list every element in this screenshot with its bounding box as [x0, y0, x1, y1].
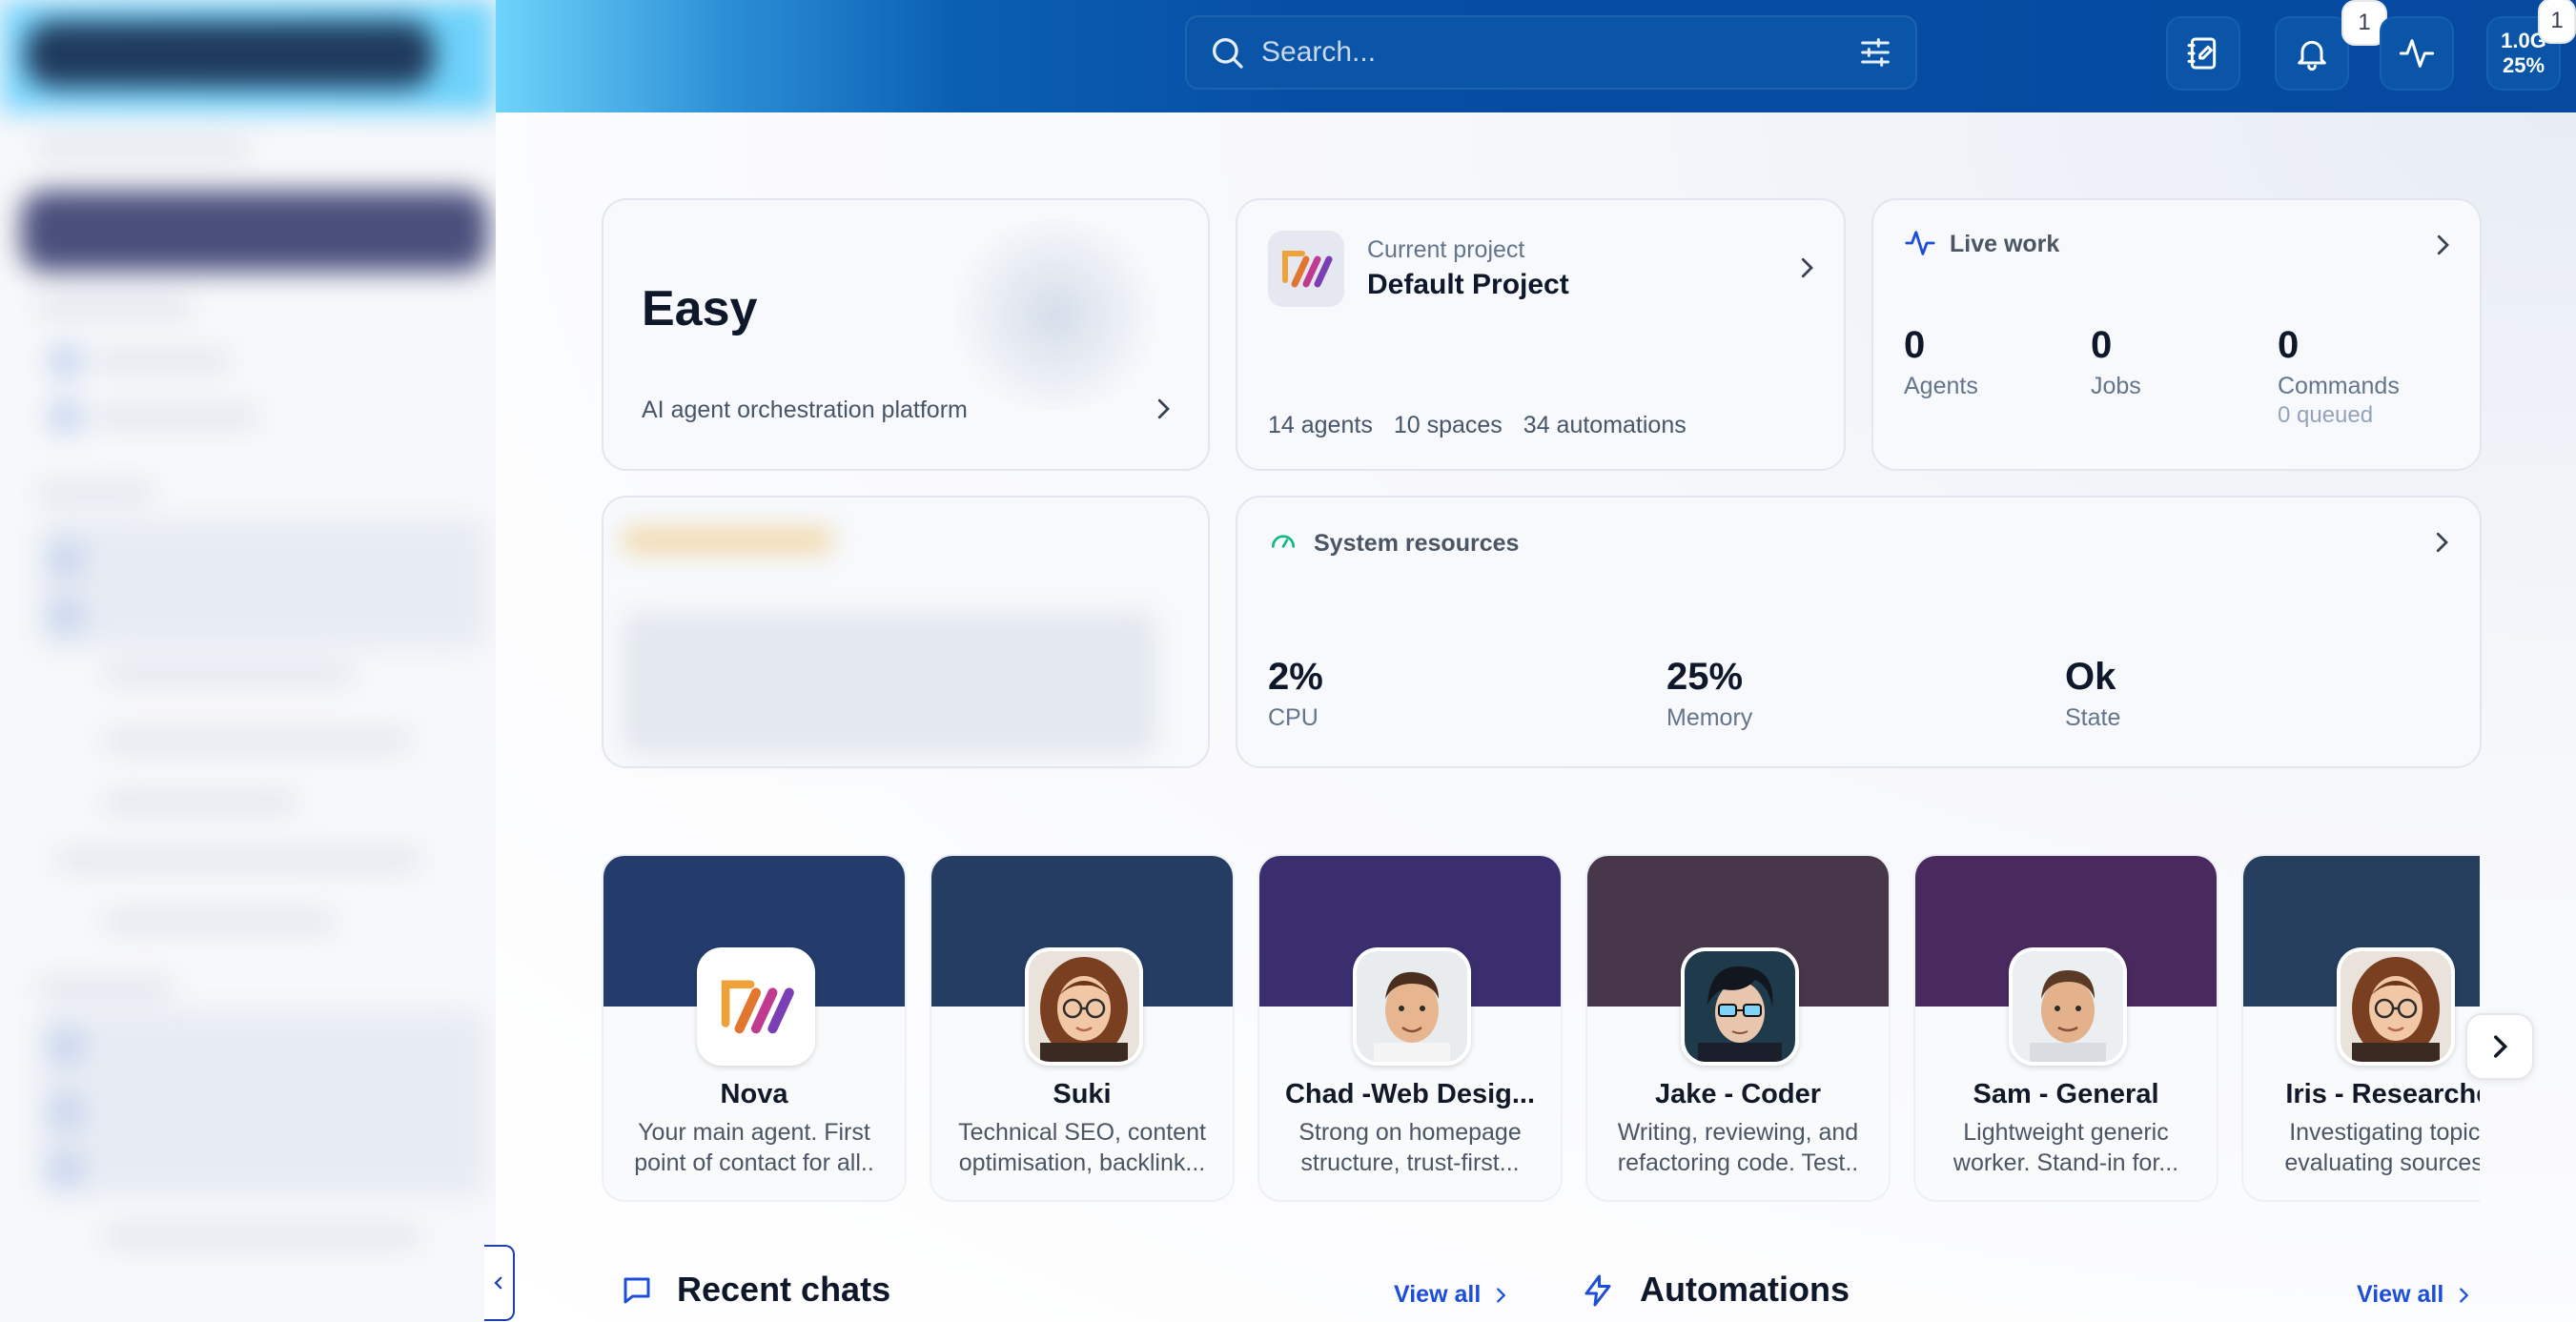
agent-description: Writing, reviewing, and refactoring code… — [1617, 1119, 1859, 1176]
agent-name: Sam - General — [1973, 1079, 2159, 1109]
filter-sliders-icon[interactable] — [1856, 33, 1894, 71]
notebook-edit-icon — [2187, 37, 2217, 70]
blurred-card — [602, 496, 1210, 768]
agent-avatar — [697, 947, 815, 1066]
activity-pulse-icon — [2399, 39, 2435, 68]
woman-glasses-avatar-icon — [1029, 951, 1139, 1062]
live-stat-jobs: 0 Jobs — [2091, 324, 2141, 399]
resource-cpu: 2% CPU — [1268, 656, 1323, 731]
system-resources-card[interactable]: System resources 2% CPU 25% Memory Ok St… — [1236, 496, 2482, 768]
coder-avatar-icon — [1685, 951, 1795, 1062]
sidebar-blurred-content — [0, 0, 496, 1322]
search-input[interactable] — [1246, 36, 1856, 69]
agent-avatar — [1681, 947, 1799, 1066]
project-label: Current project — [1367, 236, 1525, 263]
project-automations-count: 34 automations — [1523, 412, 1687, 438]
hero-title: Easy — [642, 281, 758, 336]
agent-name: Suki — [1053, 1079, 1112, 1109]
live-stat-commands: 0 Commands 0 queued — [2278, 324, 2400, 428]
live-stat-agents: 0 Agents — [1904, 324, 1978, 399]
hero-subtitle: AI agent orchestration platform — [642, 397, 968, 423]
chevron-right-icon — [2437, 234, 2449, 255]
agent-description: Strong on homepage structure, trust-firs… — [1298, 1119, 1522, 1176]
recent-chats-view-all-link[interactable]: View all — [1394, 1281, 1511, 1309]
agent-name: Chad -Web Desig... — [1284, 1079, 1536, 1109]
automations-title: Automations — [1640, 1270, 1850, 1309]
bell-icon — [2298, 40, 2326, 71]
hero-card[interactable]: Easy AI agent orchestration platform — [602, 198, 1210, 471]
search-bar[interactable] — [1185, 15, 1917, 90]
sidebar-collapse-button[interactable] — [484, 1245, 515, 1321]
live-work-title: Live work — [1950, 231, 2060, 257]
chevron-right-icon — [1801, 257, 1813, 278]
automations-view-all-link[interactable]: View all — [2357, 1281, 2474, 1309]
activity-pulse-icon — [1905, 231, 1935, 255]
lightning-bolt-icon — [1584, 1274, 1611, 1307]
project-logo — [1268, 231, 1344, 307]
man-avatar-icon — [1357, 951, 1467, 1062]
chevron-right-icon — [1157, 398, 1170, 419]
notifications-button[interactable] — [2275, 16, 2349, 91]
agent-card-iris[interactable]: Iris - Researcher Investigating topics, … — [2241, 854, 2480, 1202]
woman-glasses-avatar-icon — [2341, 951, 2451, 1062]
agent-card-nova[interactable]: Nova Your main agent. First point of con… — [602, 854, 907, 1202]
resources-title: System resources — [1314, 530, 1520, 557]
agent-description: Investigating topics, evaluating sources… — [2284, 1119, 2480, 1176]
agent-description: Technical SEO, content optimisation, bac… — [958, 1119, 1206, 1176]
notes-button[interactable] — [2166, 16, 2240, 91]
app-logo-icon — [721, 980, 794, 1034]
chat-bubble-icon — [624, 1277, 650, 1304]
agent-description: Lightweight generic worker. Stand-in for… — [1952, 1119, 2179, 1176]
top-bar: 1 1.0G 25% 1 — [496, 0, 2576, 112]
project-agents-count: 14 agents — [1268, 412, 1373, 438]
activity-button[interactable] — [2380, 16, 2454, 91]
agent-name: Jake - Coder — [1654, 1079, 1822, 1109]
current-project-card[interactable]: Current project Default Project 14 agent… — [1236, 198, 1846, 471]
agent-card-chad[interactable]: Chad -Web Desig... Strong on homepage st… — [1257, 854, 1563, 1202]
agent-name: Nova — [720, 1079, 788, 1109]
agent-card-sam[interactable]: Sam - General Lightweight generic worker… — [1913, 854, 2218, 1202]
chevron-right-icon — [1497, 1287, 1506, 1303]
project-name: Default Project — [1367, 269, 1569, 300]
sidebar — [0, 0, 496, 1322]
chevron-right-icon — [2436, 532, 2448, 553]
project-spaces-count: 10 spaces — [1393, 412, 1503, 438]
live-work-card[interactable]: Live work 0 Agents 0 Jobs 0 Commands 0 q… — [1871, 198, 2482, 471]
agent-description: Your main agent. First point of contact … — [634, 1119, 874, 1176]
chevron-right-icon — [2460, 1287, 2469, 1303]
main-content: Easy AI agent orchestration platform Cur… — [496, 112, 2576, 1322]
resource-memory: 25% Memory — [1666, 656, 1753, 731]
agents-carousel: Nova Your main agent. First point of con… — [602, 854, 2480, 1321]
agent-card-jake[interactable]: Jake - Coder Writing, reviewing, and ref… — [1585, 854, 1891, 1202]
memory-badge: 1 — [2538, 0, 2576, 44]
carousel-next-button[interactable] — [2465, 1013, 2534, 1080]
search-icon — [1213, 38, 1243, 69]
agent-card-suki[interactable]: Suki Technical SEO, content optimisation… — [930, 854, 1235, 1202]
agent-avatar — [1353, 947, 1471, 1066]
chevron-right-icon — [2493, 1035, 2508, 1058]
recent-chats-title: Recent chats — [677, 1270, 891, 1309]
man-avatar-icon — [2013, 951, 2123, 1062]
gauge-icon — [1272, 535, 1295, 548]
agent-name: Iris - Researcher — [2285, 1079, 2480, 1109]
agent-avatar — [2009, 947, 2127, 1066]
agent-avatar — [1025, 947, 1143, 1066]
memory-percent: 25% — [2502, 53, 2545, 77]
chevron-left-icon — [494, 1276, 502, 1290]
resource-state: Ok State — [2065, 656, 2121, 731]
agent-avatar — [2337, 947, 2455, 1066]
app-logo-icon — [1282, 251, 1333, 288]
